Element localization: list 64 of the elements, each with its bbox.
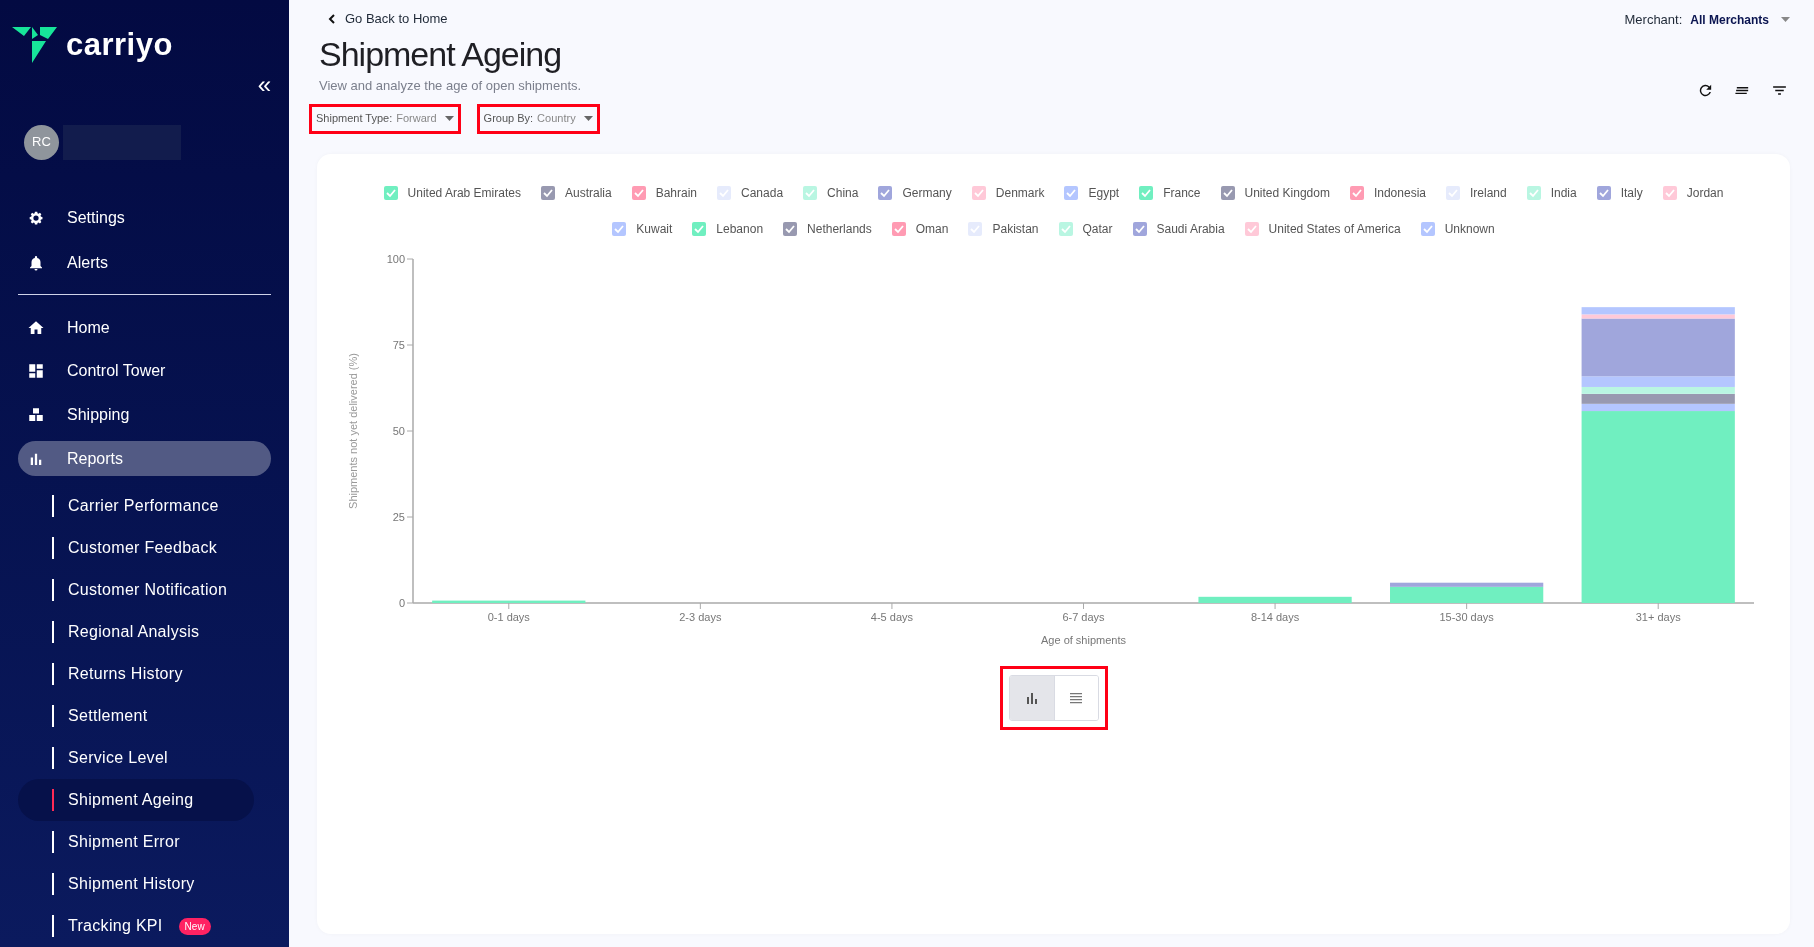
- legend-item[interactable]: Oman: [891, 219, 949, 238]
- sub-nav-item[interactable]: Shipment Error: [18, 821, 254, 863]
- brand-name: carriyo: [66, 26, 173, 64]
- x-tick-label: 8-14 days: [1250, 610, 1299, 623]
- legend-item[interactable]: United States of America: [1244, 219, 1401, 238]
- x-tick-label: 31+ days: [1635, 610, 1681, 623]
- sub-nav-item[interactable]: Regional Analysis: [18, 611, 254, 653]
- legend-item[interactable]: France: [1139, 183, 1201, 202]
- collapse-button[interactable]: «: [257, 72, 271, 97]
- legend-item[interactable]: Indonesia: [1349, 183, 1426, 202]
- x-tick-label: 6-7 days: [1061, 610, 1105, 623]
- legend-item[interactable]: Qatar: [1058, 219, 1113, 238]
- page-title: Shipment Ageing: [318, 34, 563, 75]
- legend-item[interactable]: Italy: [1596, 183, 1643, 202]
- back-link[interactable]: Go Back to Home: [317, 10, 600, 28]
- legend-item[interactable]: Ireland: [1445, 183, 1507, 202]
- legend-item[interactable]: Germany: [878, 183, 952, 202]
- nav-item[interactable]: Home: [18, 310, 271, 346]
- legend-item[interactable]: China: [803, 183, 859, 202]
- legend-item[interactable]: Egypt: [1064, 183, 1120, 202]
- x-tick-label: 4-5 days: [870, 610, 913, 623]
- legend-item[interactable]: Australia: [540, 183, 612, 202]
- legend-item[interactable]: Canada: [717, 183, 784, 202]
- legend-item[interactable]: Denmark: [971, 183, 1045, 202]
- y-axis-title: Shipments not yet delivered (%): [346, 352, 359, 509]
- legend-item[interactable]: Kuwait: [612, 219, 673, 238]
- y-tick-label: 0: [398, 596, 405, 609]
- x-tick-label: 15-30 days: [1438, 610, 1494, 623]
- sub-nav-item[interactable]: Carrier Performance: [18, 485, 254, 527]
- y-tick-label: 100: [386, 252, 405, 265]
- nav-item[interactable]: Control Tower: [18, 354, 271, 389]
- sub-nav-item[interactable]: Customer Feedback: [18, 527, 254, 569]
- legend-item[interactable]: Bahrain: [631, 183, 698, 202]
- y-tick-label: 25: [392, 510, 405, 523]
- legend-item[interactable]: Saudi Arabia: [1132, 219, 1225, 238]
- filter-dropdown[interactable]: Group By: Country: [483, 109, 593, 128]
- nav-item[interactable]: Reports: [18, 441, 271, 476]
- nav-item[interactable]: Shipping: [18, 397, 271, 433]
- legend-item[interactable]: Lebanon: [692, 219, 764, 238]
- legend-item[interactable]: India: [1526, 183, 1577, 202]
- x-axis-title: Age of shipments: [1040, 633, 1126, 646]
- legend-item[interactable]: Netherlands: [783, 219, 872, 238]
- sidebar-item[interactable]: Settings: [18, 195, 271, 241]
- sub-nav-item[interactable]: Shipment History: [18, 863, 254, 905]
- sub-nav-item[interactable]: Customer Notification: [18, 569, 254, 611]
- legend-item[interactable]: United Kingdom: [1220, 183, 1330, 202]
- x-tick-label: 0-1 days: [487, 610, 530, 623]
- legend-item[interactable]: United Arab Emirates: [383, 183, 521, 202]
- filter-dropdown[interactable]: Shipment Type: Forward: [316, 109, 454, 128]
- y-tick-label: 50: [392, 424, 405, 437]
- legend-item[interactable]: Jordan: [1662, 183, 1724, 202]
- merchant-dropdown[interactable]: Merchant: All Merchants: [1624, 10, 1790, 30]
- y-tick-label: 75: [392, 338, 405, 351]
- x-tick-label: 2-3 days: [678, 610, 721, 623]
- page-subtitle: View and analyze the age of open shipments.: [318, 77, 583, 95]
- sub-nav-item[interactable]: Shipment Ageing: [18, 779, 254, 821]
- legend-item[interactable]: Unknown: [1420, 219, 1495, 238]
- sub-nav-item[interactable]: Returns History: [18, 653, 254, 695]
- legend-item[interactable]: Pakistan: [968, 219, 1039, 238]
- sub-nav-item[interactable]: Service Level: [18, 737, 254, 779]
- new-badge: New: [178, 917, 211, 935]
- sub-nav-item[interactable]: Settlement: [18, 695, 254, 737]
- sidebar-item[interactable]: Alerts: [18, 240, 271, 286]
- sub-nav-item[interactable]: Tracking KPI New: [18, 905, 254, 947]
